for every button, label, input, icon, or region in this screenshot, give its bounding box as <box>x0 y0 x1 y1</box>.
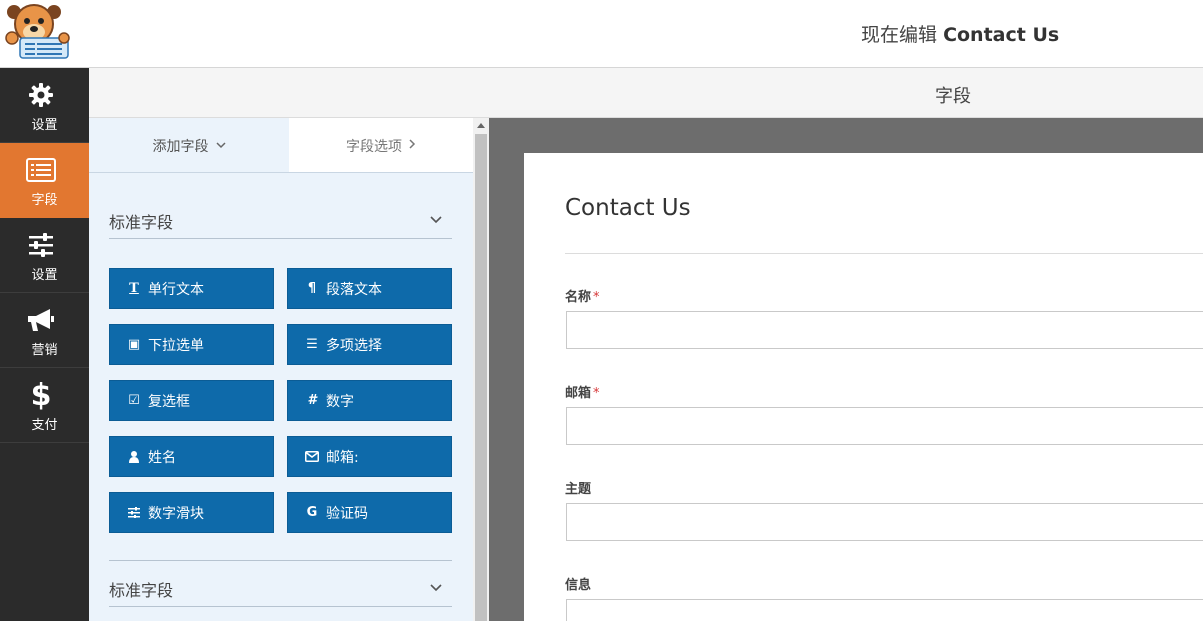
section-title: 字段 <box>935 86 971 107</box>
label-text: 名称 <box>565 290 592 305</box>
field-button-label: 邮箱: <box>326 449 359 466</box>
field-label-message: 信息 <box>565 574 591 593</box>
group-standard-fields-header[interactable]: 标准字段 <box>109 199 452 239</box>
field-button-label: 复选框 <box>148 393 190 410</box>
sidebar-item-payments[interactable]: $ 支付 <box>0 368 89 443</box>
chevron-down-icon <box>430 577 444 592</box>
add-dropdown-button[interactable]: ▣ 下拉选单 <box>109 324 274 365</box>
sidebar-item-label: 设置 <box>31 118 58 133</box>
form-preview-card: Contact Us 名称 * 邮箱 * 主题 信息 <box>524 153 1203 621</box>
editing-form-name: Contact Us <box>943 24 1060 46</box>
add-checkboxes-button[interactable]: ☑ 复选框 <box>109 380 274 421</box>
megaphone-icon <box>26 305 56 335</box>
add-number-slider-button[interactable]: 数字滑块 <box>109 492 274 533</box>
hash-icon: # <box>307 393 317 408</box>
user-icon <box>126 449 142 465</box>
subject-input[interactable] <box>566 503 1203 541</box>
sidebar-item-settings[interactable]: 设置 <box>0 68 89 143</box>
top-header: 现在编辑 Contact Us <box>0 0 1203 68</box>
field-button-label: 姓名 <box>148 449 176 466</box>
text-icon: T <box>129 281 139 296</box>
sidebar-item-label: 营销 <box>31 343 58 358</box>
field-button-label: 验证码 <box>326 505 368 522</box>
sidebar-item-settings-2[interactable]: 设置 <box>0 218 89 293</box>
field-label-subject: 主题 <box>565 478 591 497</box>
list-icon <box>26 155 56 185</box>
message-textarea[interactable] <box>566 599 1203 621</box>
chevron-right-icon <box>409 139 416 152</box>
sidebar-item-fields[interactable]: 字段 <box>0 143 89 218</box>
group-title: 标准字段 <box>109 581 174 600</box>
tab-add-fields[interactable]: 添加字段 <box>89 118 289 173</box>
form-title-divider <box>565 253 1203 254</box>
field-button-label: 数字 <box>326 393 354 410</box>
label-text: 邮箱 <box>565 386 592 401</box>
tab-label: 字段选项 <box>346 138 402 155</box>
label-text: 信息 <box>565 578 592 593</box>
sliders-icon <box>126 505 142 521</box>
tab-label: 添加字段 <box>152 138 209 155</box>
field-label-email: 邮箱 * <box>565 382 600 401</box>
paragraph-icon: ¶ <box>307 281 317 296</box>
chevron-down-icon <box>215 139 226 152</box>
tab-field-options[interactable]: 字段选项 <box>289 118 473 173</box>
dollar-icon: $ <box>30 377 52 413</box>
form-title[interactable]: Contact Us <box>565 195 691 221</box>
required-mark: * <box>593 290 600 305</box>
field-label-name: 名称 * <box>565 286 600 305</box>
sidebar-item-label: 支付 <box>31 418 58 433</box>
panel-scrollbar[interactable] <box>473 118 489 621</box>
add-name-button[interactable]: 姓名 <box>109 436 274 477</box>
sidebar-item-label: 设置 <box>31 268 58 283</box>
field-button-label: 单行文本 <box>148 281 204 298</box>
required-mark: * <box>593 386 600 401</box>
group-divider <box>109 560 452 561</box>
gear-icon <box>26 80 56 110</box>
add-multiple-choice-button[interactable]: ☰ 多项选择 <box>287 324 452 365</box>
group-title: 标准字段 <box>109 213 174 232</box>
add-captcha-button[interactable]: G 验证码 <box>287 492 452 533</box>
fields-panel: 添加字段 字段选项 标准字段 T 单行文本 ¶ 段落文本 ▣ 下拉选单 ☰ 多项… <box>89 118 473 621</box>
sidebar-item-marketing[interactable]: 营销 <box>0 293 89 368</box>
builder-sidebar: 设置 字段 设置 营销 $ 支付 <box>0 68 89 621</box>
add-paragraph-text-button[interactable]: ¶ 段落文本 <box>287 268 452 309</box>
email-input[interactable] <box>566 407 1203 445</box>
scrollbar-thumb[interactable] <box>475 134 487 621</box>
google-g-icon: G <box>306 505 318 520</box>
wpforms-bear-logo-icon <box>4 2 72 62</box>
group-standard-fields-header-2[interactable]: 标准字段 <box>109 567 452 607</box>
list-bullet-icon: ☰ <box>306 337 318 352</box>
editing-prefix: 现在编辑 <box>861 24 938 46</box>
scroll-up-arrow-icon[interactable] <box>477 123 485 128</box>
label-text: 主题 <box>565 482 592 497</box>
field-button-label: 下拉选单 <box>148 337 204 354</box>
chevron-down-icon <box>430 209 444 224</box>
name-input[interactable] <box>566 311 1203 349</box>
dropdown-icon: ▣ <box>127 337 141 352</box>
checkbox-icon: ☑ <box>128 393 140 408</box>
field-button-label: 数字滑块 <box>148 505 204 522</box>
field-button-label: 段落文本 <box>326 281 382 298</box>
add-numbers-button[interactable]: # 数字 <box>287 380 452 421</box>
sliders-icon <box>26 230 56 260</box>
add-single-line-text-button[interactable]: T 单行文本 <box>109 268 274 309</box>
tab-divider <box>89 172 473 173</box>
field-button-label: 多项选择 <box>326 337 382 354</box>
sidebar-item-label: 字段 <box>31 193 58 208</box>
add-email-button[interactable]: 邮箱: <box>287 436 452 477</box>
envelope-icon <box>304 449 320 465</box>
section-header: 字段 <box>89 68 1203 118</box>
editing-title: 现在编辑 Contact Us <box>861 20 1059 47</box>
